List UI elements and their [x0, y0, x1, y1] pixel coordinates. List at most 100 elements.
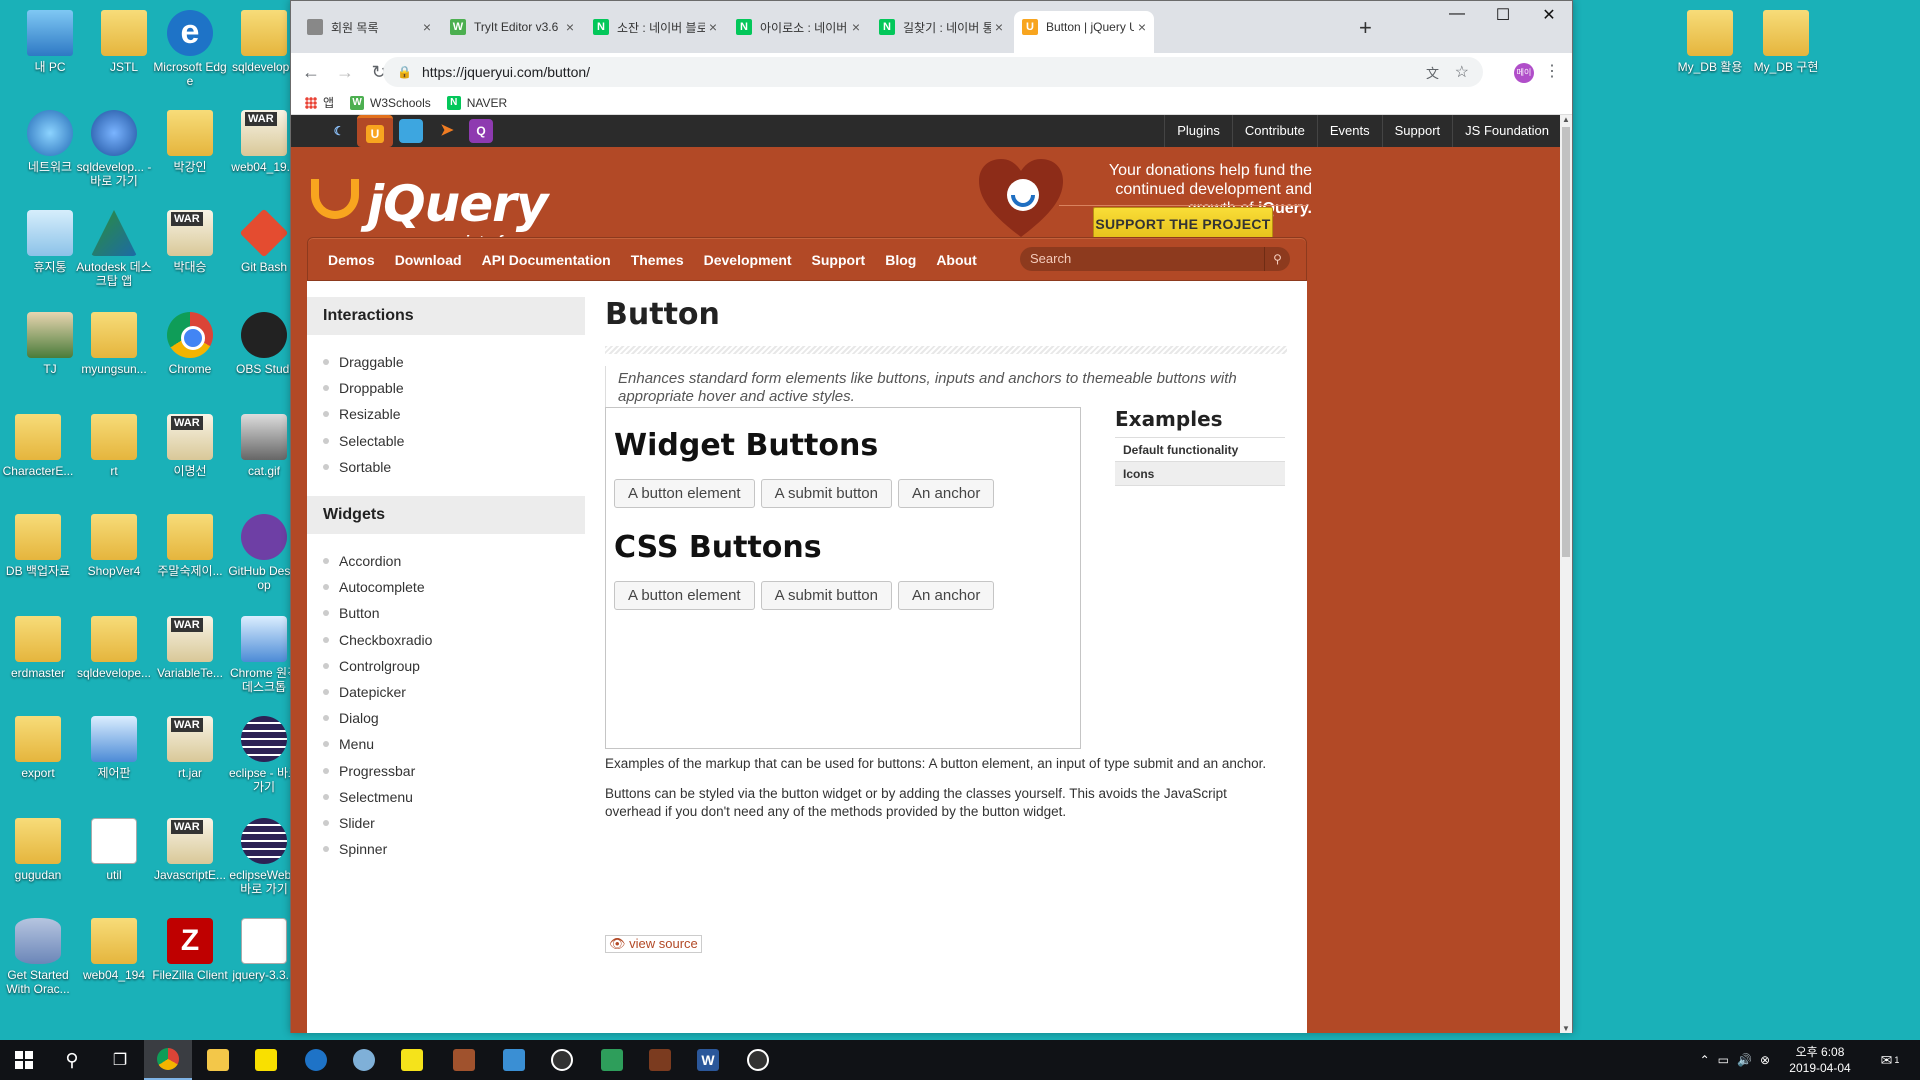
scroll-up-icon[interactable]: ▲ — [1562, 115, 1570, 124]
sidebar-item[interactable]: Droppable — [323, 375, 585, 401]
close-tab-icon[interactable]: × — [995, 19, 1003, 35]
search-input[interactable]: Search ⚲ — [1020, 247, 1290, 271]
close-window-icon[interactable]: ✕ — [1526, 5, 1572, 25]
nav-item[interactable]: About — [926, 252, 986, 268]
sidebar-item[interactable]: Sortable — [323, 454, 585, 480]
bookmark-apps[interactable]: 앱 — [305, 94, 334, 111]
back-icon[interactable]: ← — [297, 62, 325, 83]
nav-item[interactable]: Support — [802, 252, 876, 268]
minimize-icon[interactable]: — — [1434, 5, 1480, 23]
sidebar-item[interactable]: Menu — [323, 731, 585, 757]
maximize-icon[interactable]: ☐ — [1480, 5, 1526, 25]
desktop-icon[interactable]: Autodesk 데스크탑 앱 — [76, 210, 152, 288]
taskbar-sticky-notes[interactable] — [388, 1040, 436, 1080]
desktop-icon[interactable]: export — [0, 716, 76, 780]
project-link[interactable]: Support — [1381, 115, 1453, 147]
browser-tab[interactable]: U Button | jQuery UI × — [1014, 11, 1154, 53]
search-taskbar-icon[interactable]: ⚲ — [48, 1040, 96, 1080]
desktop-icon[interactable]: JSTL — [86, 10, 162, 74]
taskbar-chrome[interactable] — [144, 1040, 192, 1080]
taskbar-obs[interactable] — [538, 1040, 586, 1080]
taskbar-media[interactable] — [588, 1040, 636, 1080]
desktop-icon[interactable]: WAR 이명선 — [152, 414, 228, 478]
nav-item[interactable]: Download — [385, 252, 472, 268]
browser-tab[interactable]: N 아이로소 : 네이버 블로그 × — [728, 11, 868, 43]
example-default-functionality[interactable]: Default functionality — [1115, 438, 1285, 462]
sidebar-item[interactable]: Controlgroup — [323, 653, 585, 679]
nav-item[interactable]: Blog — [875, 252, 926, 268]
taskbar-game[interactable] — [636, 1040, 684, 1080]
close-tab-icon[interactable]: × — [709, 19, 717, 35]
jqueryui-project-icon[interactable]: U — [357, 115, 393, 147]
desktop-icon[interactable]: WAR rt.jar — [152, 716, 228, 780]
jqueryui-logo[interactable]: jQuery user interface — [311, 175, 548, 250]
sidebar-item[interactable]: Datepicker — [323, 679, 585, 705]
desktop-icon[interactable]: erdmaster — [0, 616, 76, 680]
desktop-icon[interactable]: 박강인 — [152, 110, 228, 174]
sizzle-project-icon[interactable]: ➤ — [435, 119, 459, 143]
forward-icon[interactable]: → — [331, 62, 359, 83]
view-source-link[interactable]: 👁 view source — [605, 935, 702, 953]
desktop-icon[interactable]: 내 PC — [12, 10, 88, 74]
support-project-button[interactable]: SUPPORT THE PROJECT — [1093, 207, 1273, 241]
sidebar-item[interactable]: Selectmenu — [323, 784, 585, 810]
sidebar-item[interactable]: Progressbar — [323, 757, 585, 783]
browser-menu-icon[interactable]: ⋮ — [1544, 61, 1560, 81]
project-link[interactable]: Plugins — [1164, 115, 1232, 147]
sidebar-item[interactable]: Draggable — [323, 349, 585, 375]
clock[interactable]: 오후 6:08 2019-04-04 — [1780, 1044, 1860, 1076]
qunit-project-icon[interactable]: Q — [469, 119, 493, 143]
desktop-icon[interactable]: web04_194 — [76, 918, 152, 982]
desktop-icon[interactable]: myungsun... — [76, 312, 152, 376]
sidebar-item[interactable]: Button — [323, 600, 585, 626]
bookmark-star-icon[interactable]: ☆ — [1455, 62, 1469, 82]
network-icon[interactable]: ▭ — [1718, 1053, 1729, 1067]
desktop-icon[interactable]: My_DB 활용 — [1672, 10, 1748, 74]
desktop-icon[interactable]: WAR VariableTe... — [152, 616, 228, 680]
taskbar-winrar[interactable] — [440, 1040, 488, 1080]
scroll-thumb[interactable] — [1562, 127, 1570, 557]
profile-avatar[interactable]: 메이 — [1514, 63, 1534, 83]
taskbar-app[interactable] — [340, 1040, 388, 1080]
desktop-icon[interactable]: Chrome — [152, 312, 228, 376]
taskbar-edge[interactable] — [292, 1040, 340, 1080]
taskbar-explorer[interactable] — [194, 1040, 242, 1080]
jquery-project-icon[interactable]: ☾ — [327, 119, 351, 143]
sidebar-item[interactable]: Slider — [323, 810, 585, 836]
desktop-icon[interactable]: rt — [76, 414, 152, 478]
task-view-icon[interactable]: ❐ — [96, 1040, 144, 1080]
example-icons[interactable]: Icons — [1115, 462, 1285, 486]
desktop-icon[interactable]: gugudan — [0, 818, 76, 882]
desktop-icon[interactable]: sqldevelop... - 바로 가기 — [76, 110, 152, 188]
widget-anchor-button[interactable]: An anchor — [898, 479, 995, 508]
translate-icon[interactable]: 文 — [1426, 63, 1439, 82]
desktop-icon[interactable]: Get Started With Orac... — [0, 918, 76, 996]
page-scrollbar[interactable]: ▲ ▼ — [1560, 115, 1572, 1033]
desktop-icon[interactable]: DB 백업자료 — [0, 514, 76, 578]
start-button[interactable] — [0, 1040, 48, 1080]
desktop-icon[interactable]: My_DB 구현 — [1748, 10, 1824, 74]
desktop-icon[interactable]: 제어판 — [76, 716, 152, 780]
desktop-icon[interactable]: CharacterE... — [0, 414, 76, 478]
close-tab-icon[interactable]: × — [566, 19, 574, 35]
taskbar-remote[interactable] — [490, 1040, 538, 1080]
css-anchor-button[interactable]: An anchor — [898, 581, 995, 610]
desktop-icon[interactable]: sqldevelope... — [76, 616, 152, 680]
close-tab-icon[interactable]: × — [1138, 19, 1146, 35]
browser-tab[interactable]: N 소잔 : 네이버 블로그 × — [585, 11, 725, 43]
nav-item[interactable]: Themes — [621, 252, 694, 268]
jquerymobile-project-icon[interactable] — [399, 119, 423, 143]
bookmark-w3schools[interactable]: W W3Schools — [350, 95, 431, 110]
browser-tab[interactable]: N 길찾기 : 네이버 통합검색 × — [871, 11, 1011, 43]
desktop-icon[interactable]: ShopVer4 — [76, 514, 152, 578]
sidebar-item[interactable]: Dialog — [323, 705, 585, 731]
project-link[interactable]: Contribute — [1231, 115, 1317, 147]
close-tab-icon[interactable]: × — [423, 19, 431, 35]
notifications-button[interactable]: ✉ 1 — [1870, 1040, 1910, 1080]
search-icon[interactable]: ⚲ — [1264, 247, 1290, 271]
address-bar[interactable]: 🔒 https://jqueryui.com/button/ 文 ☆ — [383, 57, 1483, 87]
bookmark-naver[interactable]: N NAVER — [446, 95, 507, 110]
widget-submit-button[interactable]: A submit button — [760, 479, 892, 508]
browser-tab[interactable]: 회원 목록 × — [299, 11, 439, 43]
browser-tab[interactable]: W TryIt Editor v3.6 × — [442, 11, 582, 43]
